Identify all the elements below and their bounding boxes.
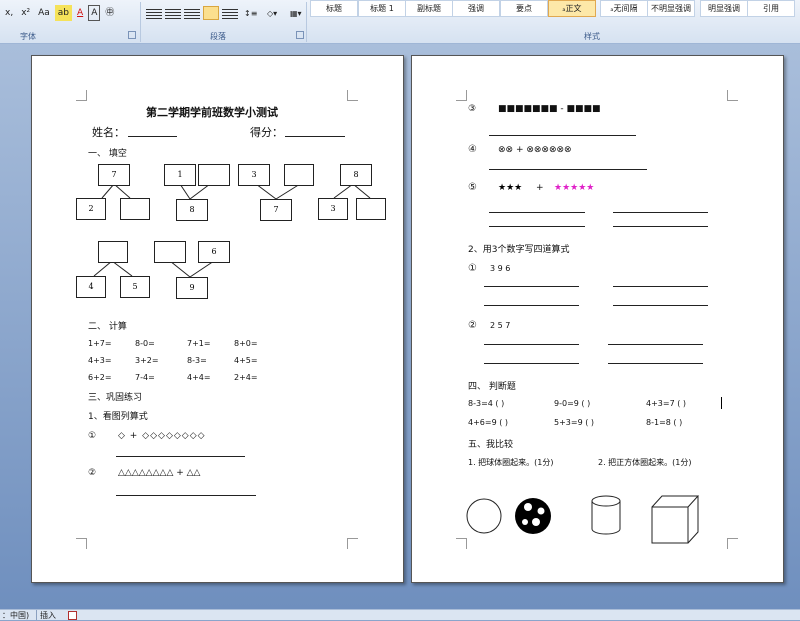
style-1[interactable]: 标题 1 bbox=[358, 0, 406, 17]
ribbon: x, x² Aa ab A A ㊥ 字体 ↕≡ ◇▾ ▦▾ 段落 标题 标题 1副… bbox=[0, 0, 800, 44]
sub-picture-equation: 1、看图列算式 bbox=[88, 412, 148, 422]
calc-item: 7+1= bbox=[187, 339, 211, 348]
status-bar: ：中国) 插入 bbox=[0, 609, 800, 620]
group-separator bbox=[306, 2, 307, 42]
style-0[interactable]: 标题 bbox=[310, 0, 358, 17]
superscript-button[interactable]: x² bbox=[18, 5, 33, 21]
number-box bbox=[120, 198, 150, 220]
align-center-icon[interactable] bbox=[165, 8, 181, 19]
question-1-shapes: ◇ + ◇◇◇◇◇◇◇◇ bbox=[118, 431, 206, 441]
font-dialog-launcher-icon[interactable] bbox=[128, 31, 136, 39]
calc-item: 4+4= bbox=[187, 373, 211, 382]
number-box bbox=[154, 241, 186, 263]
number-box: 2 bbox=[76, 198, 106, 220]
number-box bbox=[284, 164, 314, 186]
number-box: 3 bbox=[238, 164, 270, 186]
number-box: 9 bbox=[176, 277, 208, 299]
answer-line bbox=[116, 456, 245, 457]
font-tools: x, x² Aa ab A A ㊥ bbox=[2, 5, 117, 21]
number-box: 6 bbox=[198, 241, 230, 263]
enclose-char-button[interactable]: ㊥ bbox=[102, 5, 117, 21]
page-1[interactable]: 第二学期学前班数学小测试 姓名： 得分： 一、 填空 721837834569 … bbox=[31, 55, 404, 583]
number-box: 4 bbox=[76, 276, 106, 298]
section-practice: 三、巩固练习 bbox=[88, 393, 143, 403]
document-workspace: 第二学期学前班数学小测试 姓名： 得分： 一、 填空 721837834569 … bbox=[0, 44, 800, 609]
styles-group-label: 样式 bbox=[584, 32, 600, 41]
cube-shape bbox=[651, 495, 700, 544]
align-right-icon[interactable] bbox=[184, 8, 200, 19]
style-9[interactable]: 引用 bbox=[747, 0, 795, 17]
calc-item: 7-4= bbox=[135, 373, 155, 382]
shading-icon[interactable]: ◇▾ bbox=[264, 6, 284, 22]
number-box: 1 bbox=[164, 164, 196, 186]
calc-item: 8+0= bbox=[234, 339, 258, 348]
distributed-icon[interactable] bbox=[222, 8, 238, 19]
number-box: 7 bbox=[260, 199, 292, 221]
group-separator bbox=[140, 2, 141, 42]
language-status[interactable]: ：中国) bbox=[2, 610, 29, 621]
question-2-shapes: △△△△△△△△ + △△ bbox=[118, 468, 201, 478]
calc-item: 8-0= bbox=[135, 339, 155, 348]
calc-item: 4+3= bbox=[88, 356, 112, 365]
align-left-icon[interactable] bbox=[146, 8, 162, 19]
solid-shapes bbox=[466, 495, 700, 544]
justify-icon[interactable] bbox=[203, 6, 219, 20]
number-box: 8 bbox=[340, 164, 372, 186]
number-box bbox=[356, 198, 386, 220]
number-box bbox=[98, 241, 128, 263]
style-8[interactable]: 明显强调 bbox=[700, 0, 748, 17]
calc-item: 4+5= bbox=[234, 356, 258, 365]
question-2-number: ② bbox=[88, 468, 97, 478]
cylinder-shape bbox=[591, 495, 621, 535]
calc-item: 8-3= bbox=[187, 356, 207, 365]
style-2[interactable]: 副标题 bbox=[405, 0, 453, 17]
number-box: 7 bbox=[98, 164, 130, 186]
circle-shape bbox=[466, 498, 502, 534]
style-7[interactable]: 不明显强调 bbox=[647, 0, 695, 17]
calc-item: 6+2= bbox=[88, 373, 112, 382]
subscript-button[interactable]: x, bbox=[2, 5, 16, 21]
calc-item: 3+2= bbox=[135, 356, 159, 365]
number-box: 3 bbox=[318, 198, 348, 220]
style-5[interactable]: ₐ正文 bbox=[548, 0, 596, 17]
change-case-button[interactable]: Aa bbox=[35, 5, 53, 21]
paragraph-tools: ↕≡ ◇▾ ▦▾ bbox=[146, 6, 307, 22]
answer-line bbox=[116, 495, 256, 496]
page-2[interactable]: ③ ■■■■■■■ - ■■■■ ④ ⊗⊗ + ⊗⊗⊗⊗⊗⊗ ⑤ ★★★ + ★… bbox=[411, 55, 784, 583]
paragraph-dialog-launcher-icon[interactable] bbox=[296, 31, 304, 39]
section-calculation: 二、 计算 bbox=[88, 322, 127, 332]
line-spacing-icon[interactable]: ↕≡ bbox=[241, 6, 261, 22]
style-4[interactable]: 要点 bbox=[500, 0, 548, 17]
paragraph-group-label: 段落 bbox=[210, 32, 226, 41]
highlight-button[interactable]: ab bbox=[54, 5, 73, 21]
style-3[interactable]: 强调 bbox=[452, 0, 500, 17]
calc-item: 2+4= bbox=[234, 373, 258, 382]
question-1-number: ① bbox=[88, 431, 97, 441]
font-color-button[interactable]: A bbox=[74, 5, 86, 21]
char-border-button[interactable]: A bbox=[88, 5, 101, 21]
ball-shape bbox=[515, 498, 551, 534]
number-box: 5 bbox=[120, 276, 150, 298]
number-box: 8 bbox=[176, 199, 208, 221]
insert-mode-status[interactable]: 插入 bbox=[40, 610, 56, 621]
number-box bbox=[198, 164, 230, 186]
style-6[interactable]: ₐ无间隔 bbox=[600, 0, 648, 17]
calc-item: 1+7= bbox=[88, 339, 112, 348]
font-group-label: 字体 bbox=[20, 32, 36, 41]
borders-icon[interactable]: ▦▾ bbox=[287, 6, 307, 22]
